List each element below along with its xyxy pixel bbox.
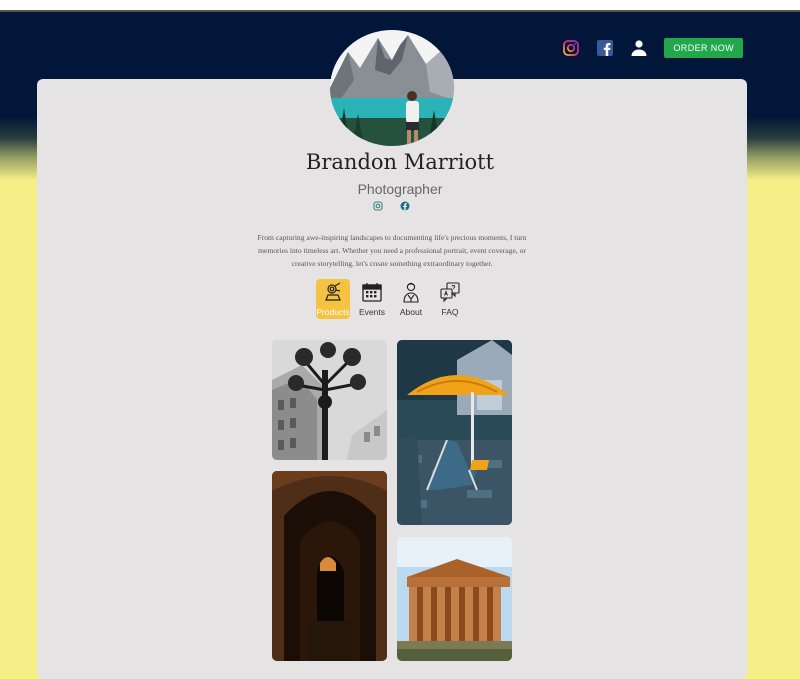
- gallery-photo-greek-temple[interactable]: [397, 537, 512, 661]
- instagram-icon[interactable]: [373, 201, 383, 211]
- calendar-icon: [362, 283, 382, 302]
- gallery-photo-street-lamp[interactable]: [272, 340, 387, 460]
- instagram-icon[interactable]: [562, 39, 580, 57]
- person-icon: [403, 282, 419, 303]
- facebook-icon[interactable]: [596, 39, 614, 57]
- order-now-button[interactable]: ORDER NOW: [664, 38, 743, 58]
- tab-faq[interactable]: FAQ: [433, 279, 467, 319]
- section-tabs: Products Events About FAQ: [316, 279, 472, 319]
- chat-icon: [440, 282, 460, 303]
- tab-about[interactable]: About: [394, 279, 428, 319]
- top-nav: ORDER NOW: [562, 38, 743, 58]
- profile-bio: From capturing awe-inspiring landscapes …: [257, 233, 527, 269]
- user-icon[interactable]: [630, 39, 648, 57]
- profile-name: Brandon Marriott: [305, 150, 495, 174]
- tab-label: Products: [316, 307, 350, 317]
- tab-label: Events: [359, 307, 385, 317]
- tab-products[interactable]: Products: [316, 279, 350, 319]
- top-border: [0, 0, 800, 12]
- tab-label: About: [399, 307, 423, 317]
- facebook-icon[interactable]: [400, 201, 410, 211]
- profile-socials: [373, 201, 410, 211]
- gallery-photo-beach-umbrella[interactable]: [397, 340, 512, 525]
- tab-label: FAQ: [441, 307, 459, 317]
- gallery-photo-stone-archway[interactable]: [272, 471, 387, 661]
- tab-events[interactable]: Events: [355, 279, 389, 319]
- camera-icon: [325, 282, 341, 301]
- profile-role: Photographer: [357, 181, 443, 197]
- profile-avatar: [330, 30, 454, 146]
